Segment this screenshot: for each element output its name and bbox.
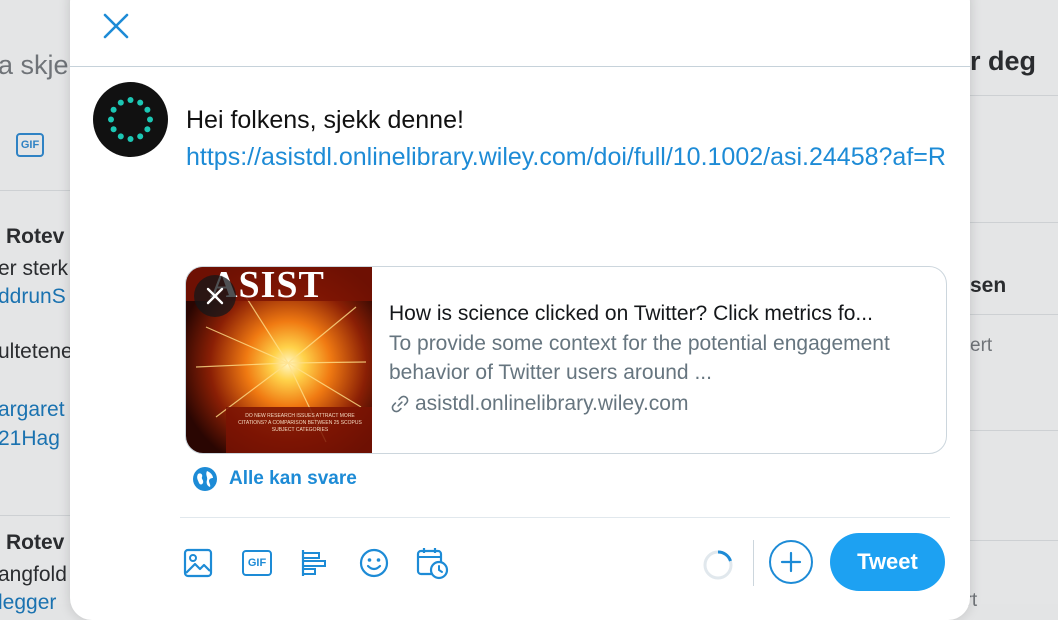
tweet-button[interactable]: Tweet	[830, 533, 945, 591]
link-icon	[391, 395, 409, 413]
close-icon	[206, 287, 224, 305]
link-preview-description: To provide some context for the potentia…	[389, 332, 890, 384]
background-tweet2-mention: legger	[0, 591, 57, 614]
reply-settings-button[interactable]: Alle kan svare	[192, 466, 357, 492]
link-preview-domain: asistdl.onlinelibrary.wiley.com	[389, 389, 934, 419]
background-divider	[970, 222, 1058, 223]
tweet-text: Hei folkens, sjekk denne!	[186, 106, 464, 134]
globe-icon	[193, 467, 217, 491]
background-divider	[970, 95, 1058, 96]
background-right-muted: ert	[970, 335, 993, 356]
gif-label: GIF	[242, 550, 272, 576]
gif-icon[interactable]: GIF	[240, 546, 274, 580]
link-preview-thumbnail: ASIST DO NEW RESEARCH ISSUES ATTRACT MOR…	[186, 267, 372, 453]
background-tweet1-mention: argaret	[0, 398, 65, 421]
background-tweet1-line: er sterk	[0, 257, 69, 280]
image-icon[interactable]	[181, 546, 215, 580]
background-tweet1-line: ultetene	[0, 340, 73, 363]
link-preview-domain-text: asistdl.onlinelibrary.wiley.com	[415, 392, 689, 415]
background-right-heading: r deg	[970, 46, 1037, 76]
close-icon[interactable]	[100, 10, 132, 42]
avatar	[93, 82, 168, 157]
background-tweet1-name: Rotev	[6, 225, 65, 248]
background-divider	[970, 430, 1058, 431]
compose-tweet-modal: Hei folkens, sjekk denne! https://asistd…	[70, 0, 970, 620]
background-divider	[970, 540, 1058, 541]
background-search-text: a skje	[0, 50, 69, 80]
background-gif-icon: GIF	[16, 133, 44, 157]
link-preview-card[interactable]: ASIST DO NEW RESEARCH ISSUES ATTRACT MOR…	[185, 266, 947, 454]
link-preview-body: How is science clicked on Twitter? Click…	[389, 299, 934, 419]
link-preview-title: How is science clicked on Twitter? Click…	[389, 302, 873, 325]
background-tweet2-line: angfold	[0, 563, 67, 586]
thumbnail-caption: DO NEW RESEARCH ISSUES ATTRACT MORE CITA…	[238, 413, 362, 433]
poll-icon[interactable]	[298, 546, 332, 580]
background-tweet2-name: Rotev	[6, 531, 65, 554]
add-tweet-button[interactable]	[769, 540, 813, 584]
toolbar-vertical-divider	[753, 540, 754, 586]
background-divider	[0, 515, 70, 516]
modal-header-divider	[70, 66, 970, 67]
remove-card-button[interactable]	[194, 275, 236, 317]
background-divider	[0, 190, 70, 191]
background-tweet1-mention: 21Hag	[0, 427, 60, 450]
background-right-item: sen	[970, 274, 1007, 297]
tweet-link[interactable]: https://asistdl.onlinelibrary.wiley.com/…	[186, 139, 946, 176]
emoji-icon[interactable]	[357, 546, 391, 580]
background-divider	[970, 314, 1058, 315]
schedule-icon[interactable]	[415, 546, 449, 580]
plus-icon	[780, 551, 802, 573]
background-tweet1-mention: ddrunS	[0, 285, 66, 308]
tweet-compose-input[interactable]: Hei folkens, sjekk denne! https://asistd…	[186, 102, 946, 176]
toolbar-divider	[180, 517, 950, 518]
reply-settings-label: Alle kan svare	[229, 468, 357, 489]
character-counter	[702, 549, 734, 581]
